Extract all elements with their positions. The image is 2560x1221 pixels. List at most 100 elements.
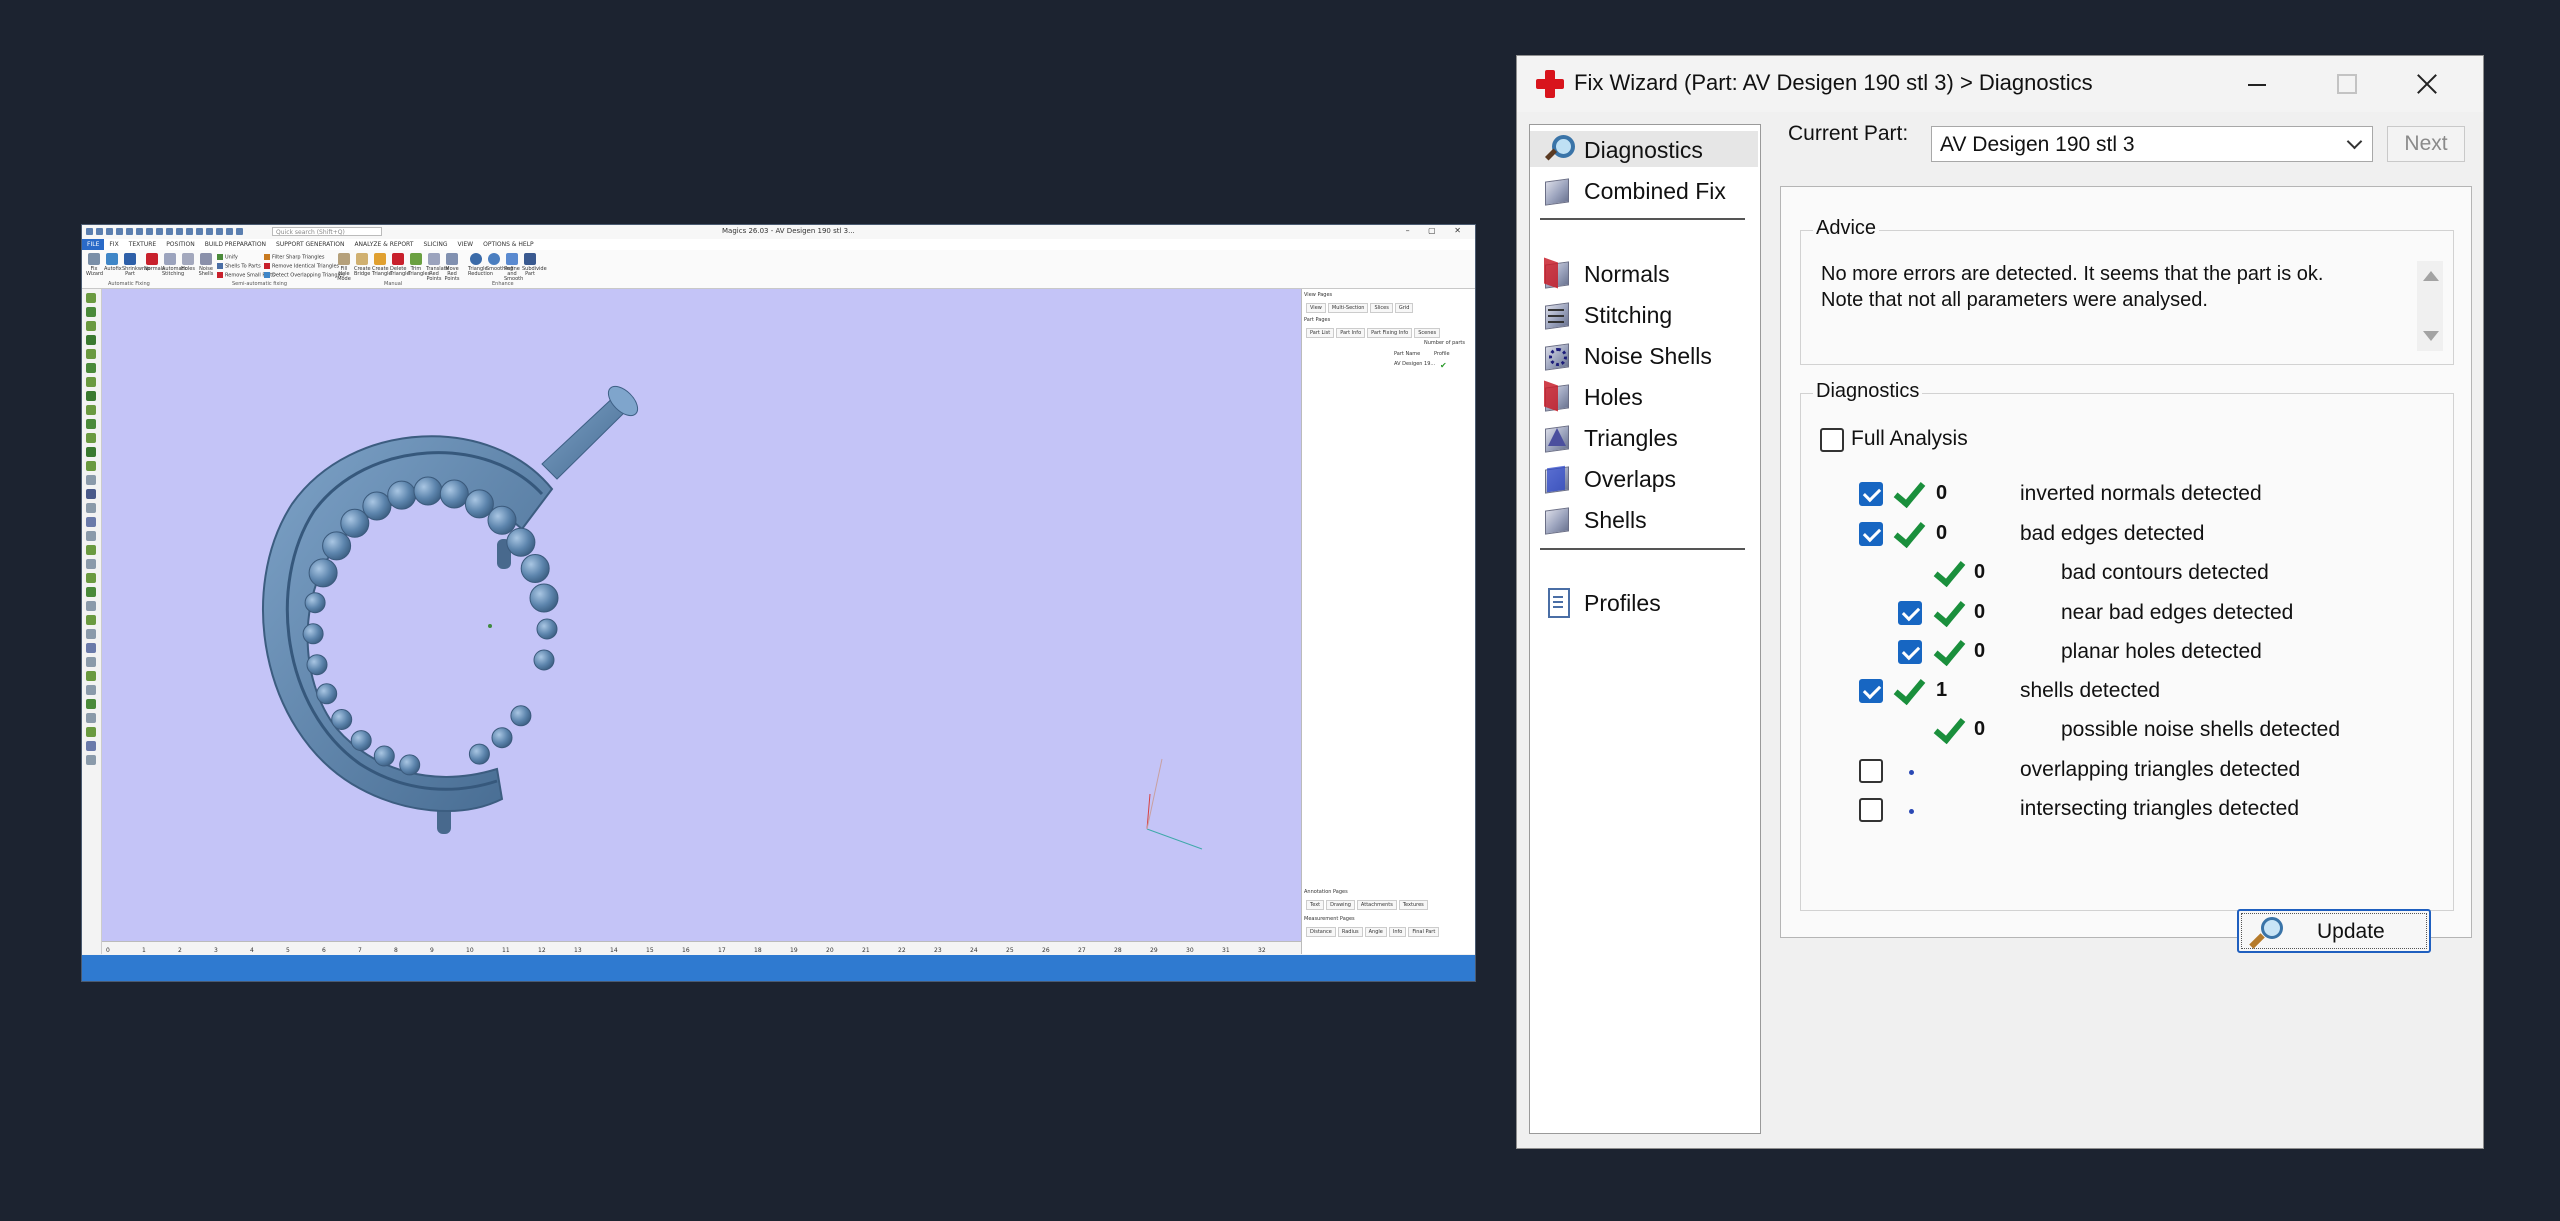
tab-part-fixing-info[interactable]: Part Fixing Info [1367,328,1413,338]
fill-hole-mode-button[interactable]: Fill Hole Mode [336,253,352,282]
tool-icon[interactable] [86,461,96,471]
tab-final-part[interactable]: Final Part [1408,927,1440,937]
quick-action-icon[interactable] [206,228,213,235]
create-triangle-button[interactable]: Create Triangle [372,253,392,277]
tool-icon[interactable] [86,685,96,695]
3d-viewport[interactable] [102,289,1319,941]
tool-icon[interactable] [86,573,96,583]
tool-icon[interactable] [86,615,96,625]
nav-item-diagnostics[interactable]: Diagnostics [1530,131,1758,167]
tool-icon[interactable] [86,363,96,373]
tool-icon[interactable] [86,657,96,667]
quick-access-toolbar[interactable] [86,228,243,235]
tab-info[interactable]: Info [1388,927,1407,937]
nav-item-normals[interactable]: Normals [1530,255,1758,291]
quick-action-icon[interactable] [116,228,123,235]
ribbon-tab-fix[interactable]: FIX [104,239,123,250]
quick-action-icon[interactable] [126,228,133,235]
tool-icon[interactable] [86,531,96,541]
tool-icon[interactable] [86,335,96,345]
quick-action-icon[interactable] [156,228,163,235]
tab-multi-section[interactable]: Multi-Section [1327,303,1369,313]
overlapping-triangles-checkbox[interactable] [1859,759,1883,783]
ribbon-tab-view[interactable]: VIEW [453,239,479,250]
refine-and-smooth-button[interactable]: Refine and Smooth [504,253,523,282]
quick-search-input[interactable]: Quick search (Shift+Q) [272,227,382,236]
part-pages-header[interactable]: Part Pages [1304,317,1330,323]
ribbon-tab-options-help[interactable]: OPTIONS & HELP [478,239,539,250]
nav-item-noise-shells[interactable]: Noise Shells [1530,337,1758,373]
next-button[interactable]: Next [2387,126,2465,162]
translate-red-points-button[interactable]: Translate Red Points [426,253,449,282]
tool-icon[interactable] [86,377,96,387]
intersecting-triangles-checkbox[interactable] [1859,798,1883,822]
tool-icon[interactable] [86,391,96,401]
tool-icon[interactable] [86,713,96,723]
noise-shells-button[interactable]: Noise Shells [198,253,214,277]
tool-icon[interactable] [86,545,96,555]
quick-action-icon[interactable] [226,228,233,235]
move-red-points-button[interactable]: Move Red Points [444,253,460,282]
quick-action-icon[interactable] [236,228,243,235]
quick-action-icon[interactable] [96,228,103,235]
ribbon-tab-texture[interactable]: TEXTURE [124,239,161,250]
tool-icon[interactable] [86,503,96,513]
advice-scrollbar[interactable] [2417,261,2443,351]
tab-text[interactable]: Text [1306,900,1325,910]
tab-scenes[interactable]: Scenes [1414,328,1441,338]
smoothing-button[interactable]: Smoothing [486,253,513,272]
normals-button[interactable]: Normals [144,253,165,272]
nav-item-combined-fix[interactable]: Combined Fix [1530,172,1758,208]
nav-item-holes[interactable]: Holes [1530,378,1758,414]
ribbon-tab-support-generation[interactable]: SUPPORT GENERATION [271,239,349,250]
ribbon-tab-slicing[interactable]: SLICING [418,239,452,250]
part-list-row[interactable]: AV Desigen 19... [1394,361,1435,367]
tool-icon[interactable] [86,321,96,331]
ribbon-tab-analyze-report[interactable]: ANALYZE & REPORT [349,239,418,250]
tool-icon[interactable] [86,559,96,569]
tab-angle[interactable]: Angle [1364,927,1387,937]
tool-icon[interactable] [86,727,96,737]
nav-item-profiles[interactable]: Profiles [1530,584,1758,620]
minimize-icon[interactable] [2237,66,2277,102]
autofix-button[interactable]: Autofix [104,253,122,272]
nav-item-overlaps[interactable]: Overlaps [1530,460,1758,496]
tool-icon[interactable] [86,517,96,527]
chevron-down-icon[interactable] [2346,133,2363,150]
scroll-up-icon[interactable] [2423,271,2439,281]
quick-action-icon[interactable] [176,228,183,235]
quick-action-icon[interactable] [166,228,173,235]
quick-action-icon[interactable] [86,228,93,235]
tab-radius[interactable]: Radius [1337,927,1363,937]
tab-view[interactable]: View [1306,303,1326,313]
shells-checkbox[interactable] [1859,679,1883,703]
col-part-name[interactable]: Part Name [1394,351,1420,357]
ribbon-tab-build-preparation[interactable]: BUILD PREPARATION [200,239,271,250]
tool-icon[interactable] [86,405,96,415]
tool-icon[interactable] [86,587,96,597]
quick-action-icon[interactable] [146,228,153,235]
tool-icon[interactable] [86,755,96,765]
tool-icon[interactable] [86,601,96,611]
tool-icon[interactable] [86,489,96,499]
tab-textures[interactable]: Textures [1398,900,1428,910]
tab-attachments[interactable]: Attachments [1356,900,1397,910]
tool-icon[interactable] [86,741,96,751]
nav-item-triangles[interactable]: Triangles [1530,419,1758,455]
near-bad-edges-checkbox[interactable] [1898,601,1922,625]
tab-drawing[interactable]: Drawing [1326,900,1355,910]
quick-action-icon[interactable] [186,228,193,235]
quick-action-icon[interactable] [196,228,203,235]
close-icon[interactable] [2408,66,2448,102]
nav-item-shells[interactable]: Shells [1530,501,1758,537]
ribbon-tab-position[interactable]: POSITION [161,239,200,250]
annotation-pages-header[interactable]: Annotation Pages [1304,889,1348,895]
triangle-reduction-button[interactable]: Triangle Reduction [468,253,493,277]
filter-sharp-triangles-button[interactable]: Filter Sharp Triangles [264,254,324,261]
tool-icon[interactable] [86,307,96,317]
update-button[interactable]: Update [2237,909,2431,953]
delete-triangle-button[interactable]: Delete Triangle [390,253,410,277]
quick-action-icon[interactable] [106,228,113,235]
current-part-select[interactable]: AV Desigen 190 stl 3 [1931,126,2373,162]
measurement-pages-header[interactable]: Measurement Pages [1304,916,1355,922]
